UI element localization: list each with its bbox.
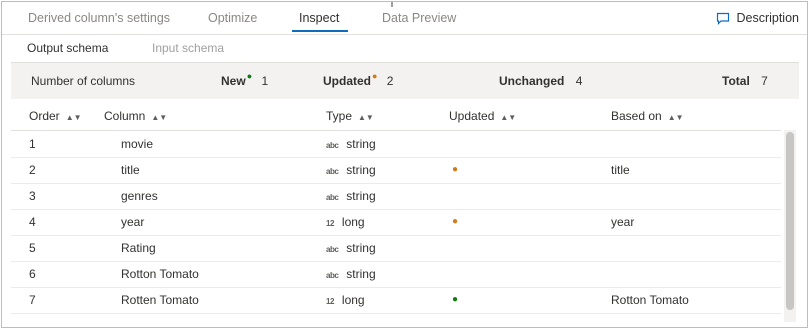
table-row[interactable]: 7 Rotten Tomato 12 long ● Rotton Tomato bbox=[11, 287, 781, 314]
updated-marker-icon: ● bbox=[372, 71, 378, 81]
row-order: 7 bbox=[29, 293, 36, 307]
row-order: 3 bbox=[29, 189, 36, 203]
row-based-on: year bbox=[611, 215, 635, 229]
scrollbar-thumb[interactable] bbox=[786, 132, 794, 310]
row-column-name: Rating bbox=[121, 241, 156, 255]
summary-label: Number of columns bbox=[31, 74, 136, 88]
subtab-input-schema[interactable]: Input schema bbox=[152, 41, 224, 55]
row-type-label: long bbox=[341, 215, 365, 229]
active-tab-indicator bbox=[292, 30, 348, 32]
number-type-icon: 12 bbox=[326, 219, 334, 228]
tab-optimize[interactable]: Optimize bbox=[208, 11, 257, 25]
header-updated[interactable]: Updated ▲▼ bbox=[449, 109, 516, 123]
header-type-label: Type bbox=[326, 109, 353, 123]
summary-updated: Updated● 2 bbox=[323, 71, 394, 88]
table-row[interactable]: 1 movie abc string bbox=[11, 131, 781, 158]
row-column-name: year bbox=[121, 215, 145, 229]
row-order: 1 bbox=[29, 137, 36, 151]
row-column-name: genres bbox=[121, 189, 158, 203]
summary-unchanged: Unchanged 4 bbox=[499, 74, 582, 88]
row-type: abc string bbox=[326, 241, 376, 255]
table-row[interactable]: 5 Rating abc string bbox=[11, 235, 781, 262]
description-button[interactable]: Description bbox=[716, 11, 799, 25]
string-type-icon: abc bbox=[326, 271, 339, 280]
sort-icon: ▲▼ bbox=[65, 113, 82, 122]
row-order: 5 bbox=[29, 241, 36, 255]
subtab-output-schema[interactable]: Output schema bbox=[27, 41, 108, 55]
new-count: 1 bbox=[261, 74, 269, 88]
schema-subtabs: Output schema Input schema bbox=[2, 35, 807, 61]
table-row[interactable]: 6 Rotton Tomato abc string bbox=[11, 261, 781, 288]
total-label: Total bbox=[722, 74, 750, 88]
updated-count: 2 bbox=[386, 74, 394, 88]
header-type[interactable]: Type ▲▼ bbox=[326, 109, 374, 123]
new-marker-icon: ● bbox=[246, 71, 253, 81]
row-column-name: title bbox=[121, 163, 140, 177]
string-type-icon: abc bbox=[326, 141, 339, 150]
column-summary-bar: Number of columns New● 1 Updated● 2 Unch… bbox=[11, 62, 799, 99]
row-type-label: string bbox=[346, 241, 376, 255]
header-updated-label: Updated bbox=[449, 109, 495, 123]
new-marker-icon: ● bbox=[452, 294, 459, 305]
tab-derived-column-settings[interactable]: Derived column's settings bbox=[28, 11, 170, 25]
summary-total: Total 7 bbox=[722, 74, 768, 88]
unchanged-count: 4 bbox=[575, 74, 583, 88]
comment-icon bbox=[716, 12, 730, 25]
row-type-label: long bbox=[341, 293, 365, 307]
table-row[interactable]: 2 title abc string ● title bbox=[11, 157, 781, 184]
row-column-name: Rotten Tomato bbox=[121, 293, 199, 307]
summary-new: New● 1 bbox=[221, 71, 269, 88]
header-order[interactable]: Order ▲▼ bbox=[29, 109, 82, 123]
total-count: 7 bbox=[761, 74, 768, 88]
tab-bar: Derived column's settings Optimize Inspe… bbox=[2, 2, 807, 35]
updated-marker-icon: ● bbox=[452, 216, 459, 227]
new-label: New bbox=[221, 74, 246, 88]
sort-icon: ▲▼ bbox=[358, 113, 374, 122]
number-type-icon: 12 bbox=[326, 297, 334, 306]
row-type: 12 long bbox=[326, 293, 365, 307]
sort-icon: ▲▼ bbox=[667, 113, 684, 122]
row-type-label: string bbox=[346, 267, 376, 281]
updated-marker-icon: ● bbox=[452, 164, 459, 175]
header-based-on-label: Based on bbox=[611, 109, 662, 123]
tab-inspect[interactable]: Inspect bbox=[299, 11, 339, 25]
row-type: abc string bbox=[326, 189, 376, 203]
row-type-label: string bbox=[346, 137, 376, 151]
string-type-icon: abc bbox=[326, 167, 339, 176]
unchanged-label: Unchanged bbox=[499, 74, 565, 88]
row-type: abc string bbox=[326, 267, 376, 281]
row-based-on: title bbox=[611, 163, 630, 177]
table-row[interactable]: 3 genres abc string bbox=[11, 183, 781, 210]
description-label: Description bbox=[736, 11, 799, 25]
vertical-scrollbar[interactable] bbox=[784, 130, 796, 322]
row-type: abc string bbox=[326, 137, 376, 151]
row-type-label: string bbox=[346, 189, 376, 203]
sort-icon: ▲▼ bbox=[151, 113, 168, 122]
row-order: 2 bbox=[29, 163, 36, 177]
header-based-on[interactable]: Based on ▲▼ bbox=[611, 109, 684, 123]
row-type: 12 long bbox=[326, 215, 365, 229]
row-column-name: movie bbox=[121, 137, 154, 151]
table-row[interactable]: 4 year 12 long ● year bbox=[11, 209, 781, 236]
header-order-label: Order bbox=[29, 109, 60, 123]
row-order: 4 bbox=[29, 215, 36, 229]
header-column[interactable]: Column ▲▼ bbox=[104, 109, 167, 123]
row-based-on: Rotton Tomato bbox=[611, 293, 689, 307]
updated-label: Updated bbox=[323, 74, 371, 88]
row-type: abc string bbox=[326, 163, 376, 177]
string-type-icon: abc bbox=[326, 193, 339, 202]
inspect-panel: Derived column's settings Optimize Inspe… bbox=[1, 1, 808, 328]
table-header: Order ▲▼ Column ▲▼ Type ▲▼ Updated ▲▼ Based … bbox=[11, 102, 781, 131]
string-type-icon: abc bbox=[326, 245, 339, 254]
sort-icon: ▲▼ bbox=[500, 113, 517, 122]
header-column-label: Column bbox=[104, 109, 146, 123]
row-order: 6 bbox=[29, 267, 36, 281]
row-type-label: string bbox=[346, 163, 376, 177]
tab-data-preview[interactable]: Data Preview bbox=[382, 11, 456, 25]
row-column-name: Rotton Tomato bbox=[121, 267, 199, 281]
